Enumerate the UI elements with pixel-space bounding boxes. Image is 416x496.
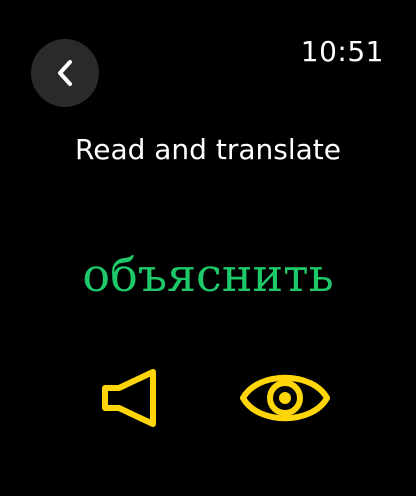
- target-word: объяснить: [82, 248, 334, 302]
- card-controls: [0, 360, 416, 440]
- reveal-translation-button[interactable]: [236, 360, 334, 436]
- speaker-icon: [102, 369, 156, 427]
- status-time: 10:51: [300, 35, 384, 68]
- prompt-text: Read and translate: [75, 133, 341, 166]
- back-button[interactable]: [31, 39, 99, 107]
- speak-button[interactable]: [96, 364, 164, 432]
- chevron-left-icon: [58, 60, 72, 86]
- eye-icon: [240, 374, 330, 422]
